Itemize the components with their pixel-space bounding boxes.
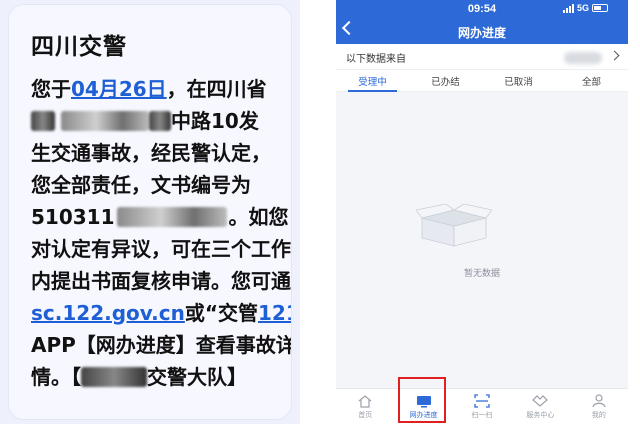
tab-processing[interactable]: 受理中 [336,70,409,92]
empty-text: 暂无数据 [463,269,500,279]
battery-icon [592,4,608,12]
sms-text: 510311 [31,205,115,229]
sms-text: 情。【 [31,365,81,389]
sms-line: 510311 。如您 [31,201,289,233]
sms-card: 四川交警 您于04月26日，在四川省 中路10发 生交通事故，经民警认定， 您全… [8,4,292,420]
nav-bar: 网办进度 [336,18,628,44]
sms-line: 中路10发 [31,105,277,137]
tab-cancelled[interactable]: 已取消 [482,70,555,91]
status-tabs: 受理中 已办结 已取消 全部 [336,70,628,92]
tab-completed[interactable]: 已办结 [409,70,482,91]
user-icon [592,394,606,408]
scan-icon [474,394,490,408]
tab-all[interactable]: 全部 [555,70,628,91]
sms-line: 对认定有异议，可在三个工作日 [31,233,291,265]
empty-state: 暂无数据 [336,92,628,388]
page-title: 网办进度 [457,26,506,40]
status-indicators: 5G [562,3,608,13]
sms-body: 您于04月26日，在四川省 中路10发 生交通事故，经民警认定， 您全部责任，文… [31,73,291,393]
sms-panel: 四川交警 您于04月26日，在四川省 中路10发 生交通事故，经民警认定， 您全… [0,0,300,424]
sms-text: 。如您 [228,205,289,229]
redacted-text [81,367,147,387]
sms-text: APP【网办进度】查看事故详 [31,333,292,357]
phone-screen: 09:54 5G 网办进度 以下数据来自 受理中 已办结 已取消 全部 暂无数据 [336,0,628,424]
handshake-icon [532,395,549,407]
sms-line: 生交通事故，经民警认定， [31,137,277,169]
redacted-source [564,52,602,64]
date-link[interactable]: 04月26日 [71,77,167,101]
sms-text: 您全部责任，文书编号为 [31,173,251,197]
data-source-row[interactable]: 以下数据来自 [336,44,628,70]
redacted-text [116,207,227,227]
nav-scan[interactable]: 扫一扫 [453,389,511,424]
nav-label: 我的 [591,411,606,419]
sms-sender: 四川交警 [31,34,127,60]
nav-progress[interactable]: 网办进度 [394,377,452,424]
redacted-text [149,111,171,131]
sms-text: 对认定有异议，可在三个工作日 [31,237,292,261]
sms-text: 或“交管 [184,301,259,325]
sms-text: 中路10发 [171,109,259,133]
status-bar: 09:54 5G [336,0,628,18]
signal-icon [562,3,574,13]
chevron-right-icon [609,50,620,61]
redacted-text [61,111,149,131]
sms-text: 内提出书面复核申请。您可通过 [31,269,292,293]
sms-line: 您全部责任，文书编号为 [31,169,277,201]
sms-line: APP【网办进度】查看事故详 [31,329,291,361]
sms-text: ，在四川省 [166,77,267,101]
nav-profile[interactable]: 我的 [570,389,628,424]
nav-label: 首页 [358,411,373,419]
nav-label: 服务中心 [526,411,555,419]
nav-home[interactable]: 首页 [336,389,394,424]
sms-text: 生交通事故，经民警认定， [31,141,271,165]
app-number-link[interactable]: 12123 [258,301,291,325]
highlight-box [398,377,447,423]
sms-line: 内提出书面复核申请。您可通过 [31,265,291,297]
sms-text: 交警大队】 [147,365,247,389]
website-link[interactable]: sc.122.gov.cn [31,301,185,325]
redacted-text [31,111,55,131]
network-type: 5G [576,3,589,13]
sms-text: 您于 [31,77,71,101]
sms-line: sc.122.gov.cn或“交管12123” [31,297,291,329]
sms-line: 您于04月26日，在四川省 [31,73,277,105]
empty-box-icon [416,204,492,247]
home-icon [358,395,372,408]
nav-label: 扫一扫 [471,411,493,419]
bottom-nav: 首页 网办进度 扫一扫 服务中心 我的 [336,377,628,424]
nav-service[interactable]: 服务中心 [511,389,569,424]
data-source-label: 以下数据来自 [346,54,406,65]
sms-line: 情。【 交警大队】 [31,361,277,393]
